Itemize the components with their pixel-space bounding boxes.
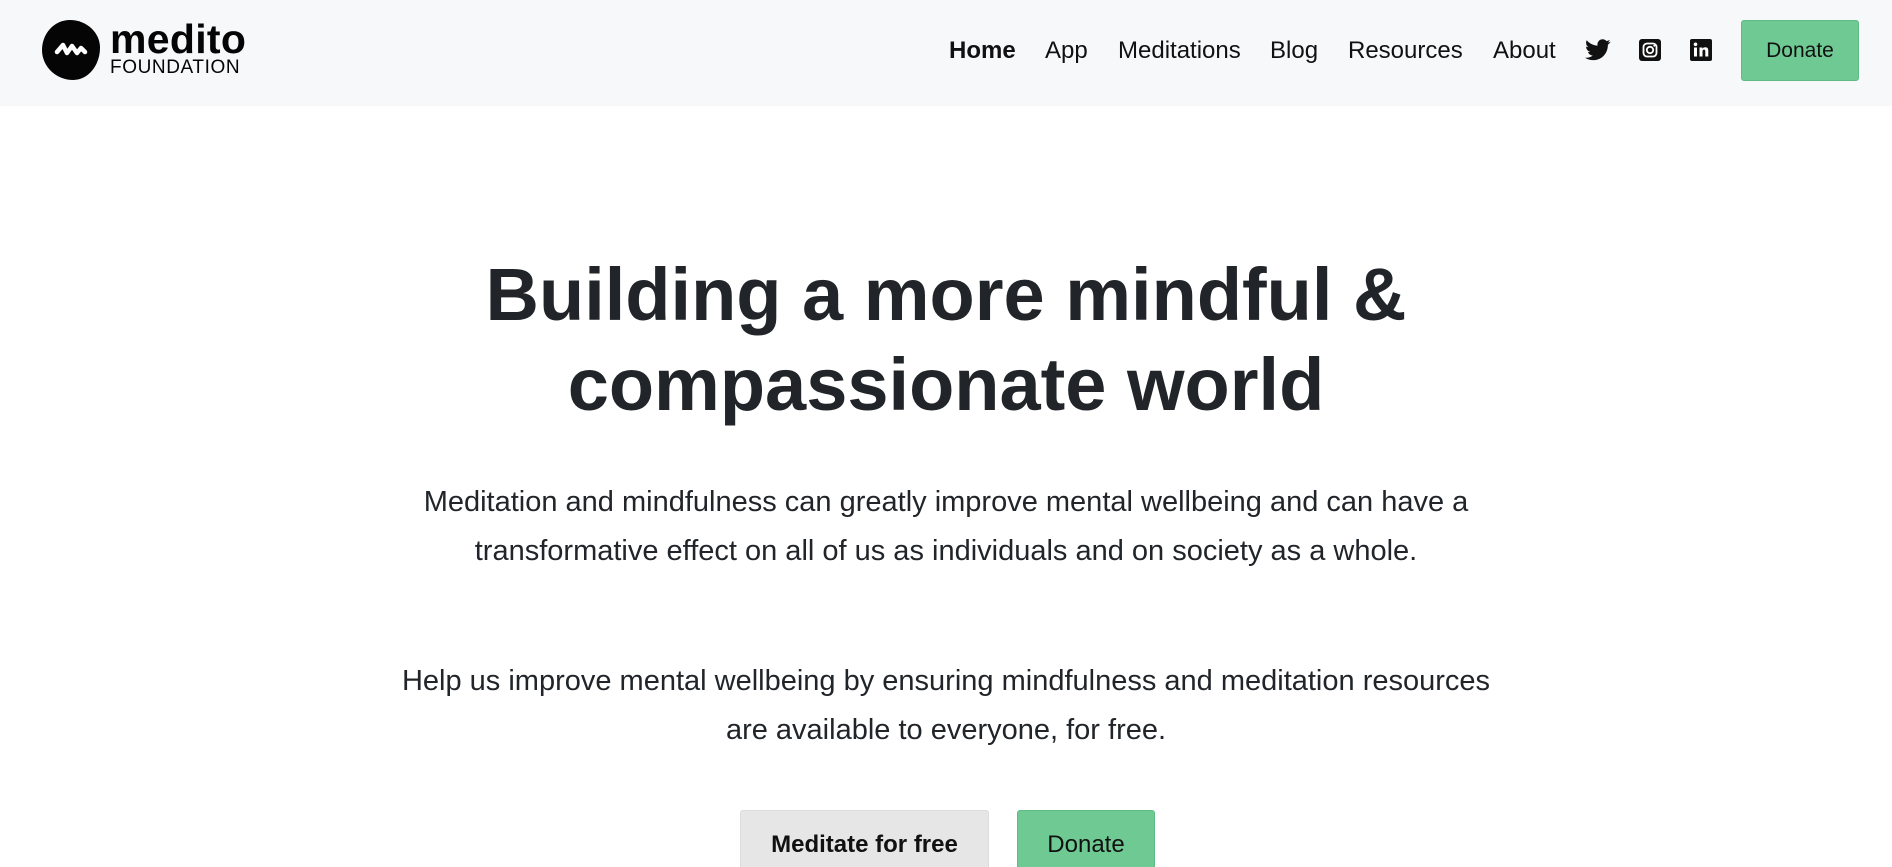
hero-mission-paragraph: Help us improve mental wellbeing by ensu… [401, 665, 1491, 746]
twitter-icon[interactable] [1584, 36, 1612, 64]
nav-blog[interactable]: Blog [1270, 36, 1318, 66]
nav-resources[interactable]: Resources [1348, 36, 1463, 66]
nav-donate-button[interactable]: Donate [1741, 20, 1859, 81]
hero-title-line-2: compassionate world [567, 343, 1325, 426]
nav-about[interactable]: About [1493, 36, 1556, 66]
brand-name: medito [110, 16, 247, 62]
hero-title: Building a more mindful & compassionate … [346, 250, 1546, 430]
hero-title-line-1: Building a more mindful & [485, 253, 1407, 336]
hero-intro-paragraph: Meditation and mindfulness can greatly i… [423, 486, 1469, 567]
nav-app[interactable]: App [1045, 36, 1088, 66]
nav-home[interactable]: Home [949, 36, 1016, 66]
instagram-icon[interactable] [1636, 36, 1664, 64]
top-navbar: medito FOUNDATION Home App Meditations B… [0, 0, 1892, 106]
brand-subtitle: FOUNDATION [110, 57, 241, 78]
medito-wave-logo-icon [42, 20, 100, 80]
meditate-for-free-button[interactable]: Meditate for free [740, 810, 989, 867]
brand-logo[interactable]: medito FOUNDATION [42, 16, 247, 80]
nav-meditations[interactable]: Meditations [1118, 36, 1241, 66]
hero-donate-button[interactable]: Donate [1017, 810, 1155, 867]
linkedin-icon[interactable] [1687, 36, 1715, 64]
